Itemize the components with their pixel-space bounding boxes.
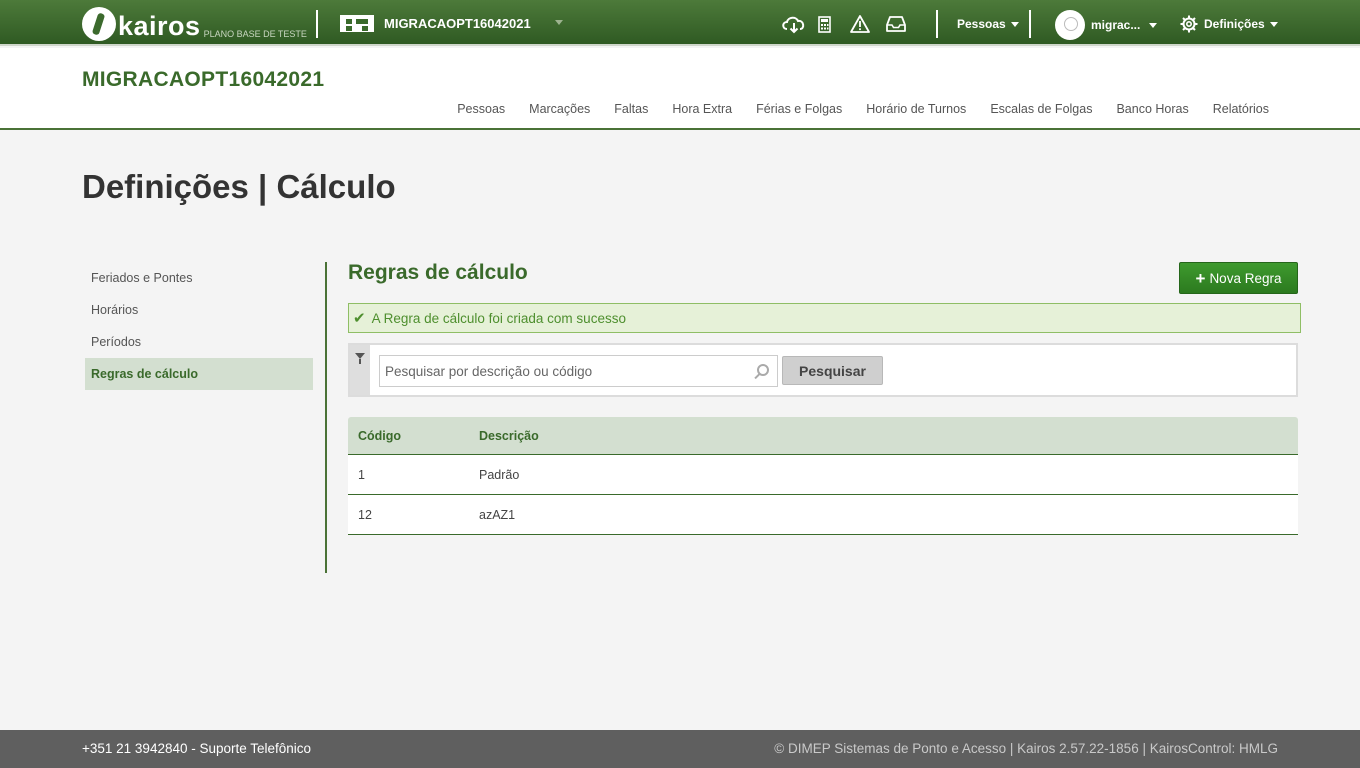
copyright-text: © DIMEP Sistemas de Ponto e Acesso | Kai…: [774, 741, 1278, 756]
gear-icon: [1180, 15, 1198, 33]
building-icon: [340, 15, 374, 32]
filter-panel: Pesquisar: [348, 343, 1298, 397]
check-icon: ✔: [353, 310, 366, 327]
sidenav-item-regras-calculo[interactable]: Regras de cálculo: [85, 358, 313, 390]
filter-icon: [355, 353, 365, 364]
table-header: Código Descrição: [348, 417, 1298, 455]
sidenav-item-horarios[interactable]: Horários: [85, 294, 313, 326]
sidenav-divider: [325, 262, 327, 573]
kairos-logo[interactable]: kairos PLANO BASE DE TESTE: [82, 5, 307, 41]
sidenav-item-feriados[interactable]: Feriados e Pontes: [85, 262, 313, 294]
nav-item-pessoas[interactable]: Pessoas: [457, 102, 505, 116]
success-alert-message: A Regra de cálculo foi criada com sucess…: [371, 310, 626, 326]
nav-item-horario-turnos[interactable]: Horário de Turnos: [866, 102, 966, 116]
company-selector-label: MIGRACAOPT16042021: [384, 16, 531, 31]
new-rule-button-label: Nova Regra: [1209, 270, 1282, 286]
sidenav-item-periodos[interactable]: Períodos: [85, 326, 313, 358]
chevron-down-icon: [1269, 21, 1278, 27]
people-menu-label: Pessoas: [957, 17, 1006, 31]
calculator-icon[interactable]: [818, 16, 831, 38]
filter-toggle[interactable]: [350, 345, 370, 395]
kairos-logo-mark: [82, 7, 116, 41]
cell-description: azAZ1: [479, 507, 516, 522]
page-header: MIGRACAOPT16042021 Pessoas Marcações Fal…: [0, 48, 1360, 130]
nav-item-hora-extra[interactable]: Hora Extra: [672, 102, 732, 116]
company-chevron-down-icon[interactable]: [555, 20, 563, 25]
plus-icon: +: [1195, 268, 1206, 288]
support-phone: +351 21 3942840 - Suporte Telefônico: [82, 741, 312, 756]
footer: +351 21 3942840 - Suporte Telefônico © D…: [0, 730, 1360, 768]
search-field: [379, 355, 778, 387]
settings-menu-label: Definições: [1204, 17, 1265, 31]
inbox-icon[interactable]: [886, 15, 906, 38]
nav-item-faltas[interactable]: Faltas: [614, 102, 648, 116]
table-row[interactable]: 12 azAZ1: [348, 495, 1298, 535]
company-selector[interactable]: MIGRACAOPT16042021: [340, 15, 531, 32]
cell-code: 12: [358, 507, 372, 522]
search-icon[interactable]: [757, 364, 769, 376]
avatar: [1055, 10, 1085, 40]
company-title: MIGRACAOPT16042021: [82, 68, 325, 91]
user-name: migrac...: [1091, 18, 1141, 32]
search-input[interactable]: [380, 356, 777, 386]
cloud-download-icon[interactable]: [781, 14, 807, 39]
chevron-down-icon: [1010, 22, 1019, 28]
logo-subtitle: PLANO BASE DE TESTE: [203, 29, 307, 39]
section-title: Regras de cálculo: [348, 261, 528, 284]
chevron-down-icon: [1149, 22, 1158, 28]
success-alert: ✔ A Regra de cálculo foi criada com suce…: [348, 303, 1301, 333]
cell-code: 1: [358, 467, 365, 482]
column-header-description[interactable]: Descrição: [479, 429, 1298, 443]
new-rule-button[interactable]: + Nova Regra: [1179, 262, 1298, 294]
nav-item-marcacoes[interactable]: Marcações: [529, 102, 590, 116]
warning-icon[interactable]: [850, 15, 870, 38]
topbar-divider: [1029, 10, 1031, 38]
nav-item-banco-horas[interactable]: Banco Horas: [1116, 102, 1188, 116]
table-row[interactable]: 1 Padrão: [348, 455, 1298, 495]
nav-item-relatorios[interactable]: Relatórios: [1213, 102, 1269, 116]
column-header-code[interactable]: Código: [348, 429, 479, 443]
rules-table: Código Descrição 1 Padrão 12 azAZ1: [348, 417, 1298, 535]
settings-sidenav: Feriados e Pontes Horários Períodos Regr…: [85, 262, 313, 390]
people-menu[interactable]: Pessoas: [957, 17, 1019, 31]
nav-item-escalas-folgas[interactable]: Escalas de Folgas: [990, 102, 1092, 116]
page-title: Definições | Cálculo: [82, 168, 396, 205]
search-button[interactable]: Pesquisar: [782, 356, 883, 385]
cell-description: Padrão: [479, 467, 520, 482]
user-menu[interactable]: migrac...: [1055, 10, 1158, 40]
top-bar: kairos PLANO BASE DE TESTE MIGRACAOPT160…: [0, 0, 1360, 46]
main-nav: Pessoas Marcações Faltas Hora Extra Féri…: [457, 102, 1269, 116]
settings-menu[interactable]: Definições: [1180, 15, 1278, 33]
topbar-divider: [316, 10, 318, 38]
topbar-divider: [936, 10, 938, 38]
nav-item-ferias-folgas[interactable]: Férias e Folgas: [756, 102, 842, 116]
logo-text: kairos: [118, 11, 201, 41]
